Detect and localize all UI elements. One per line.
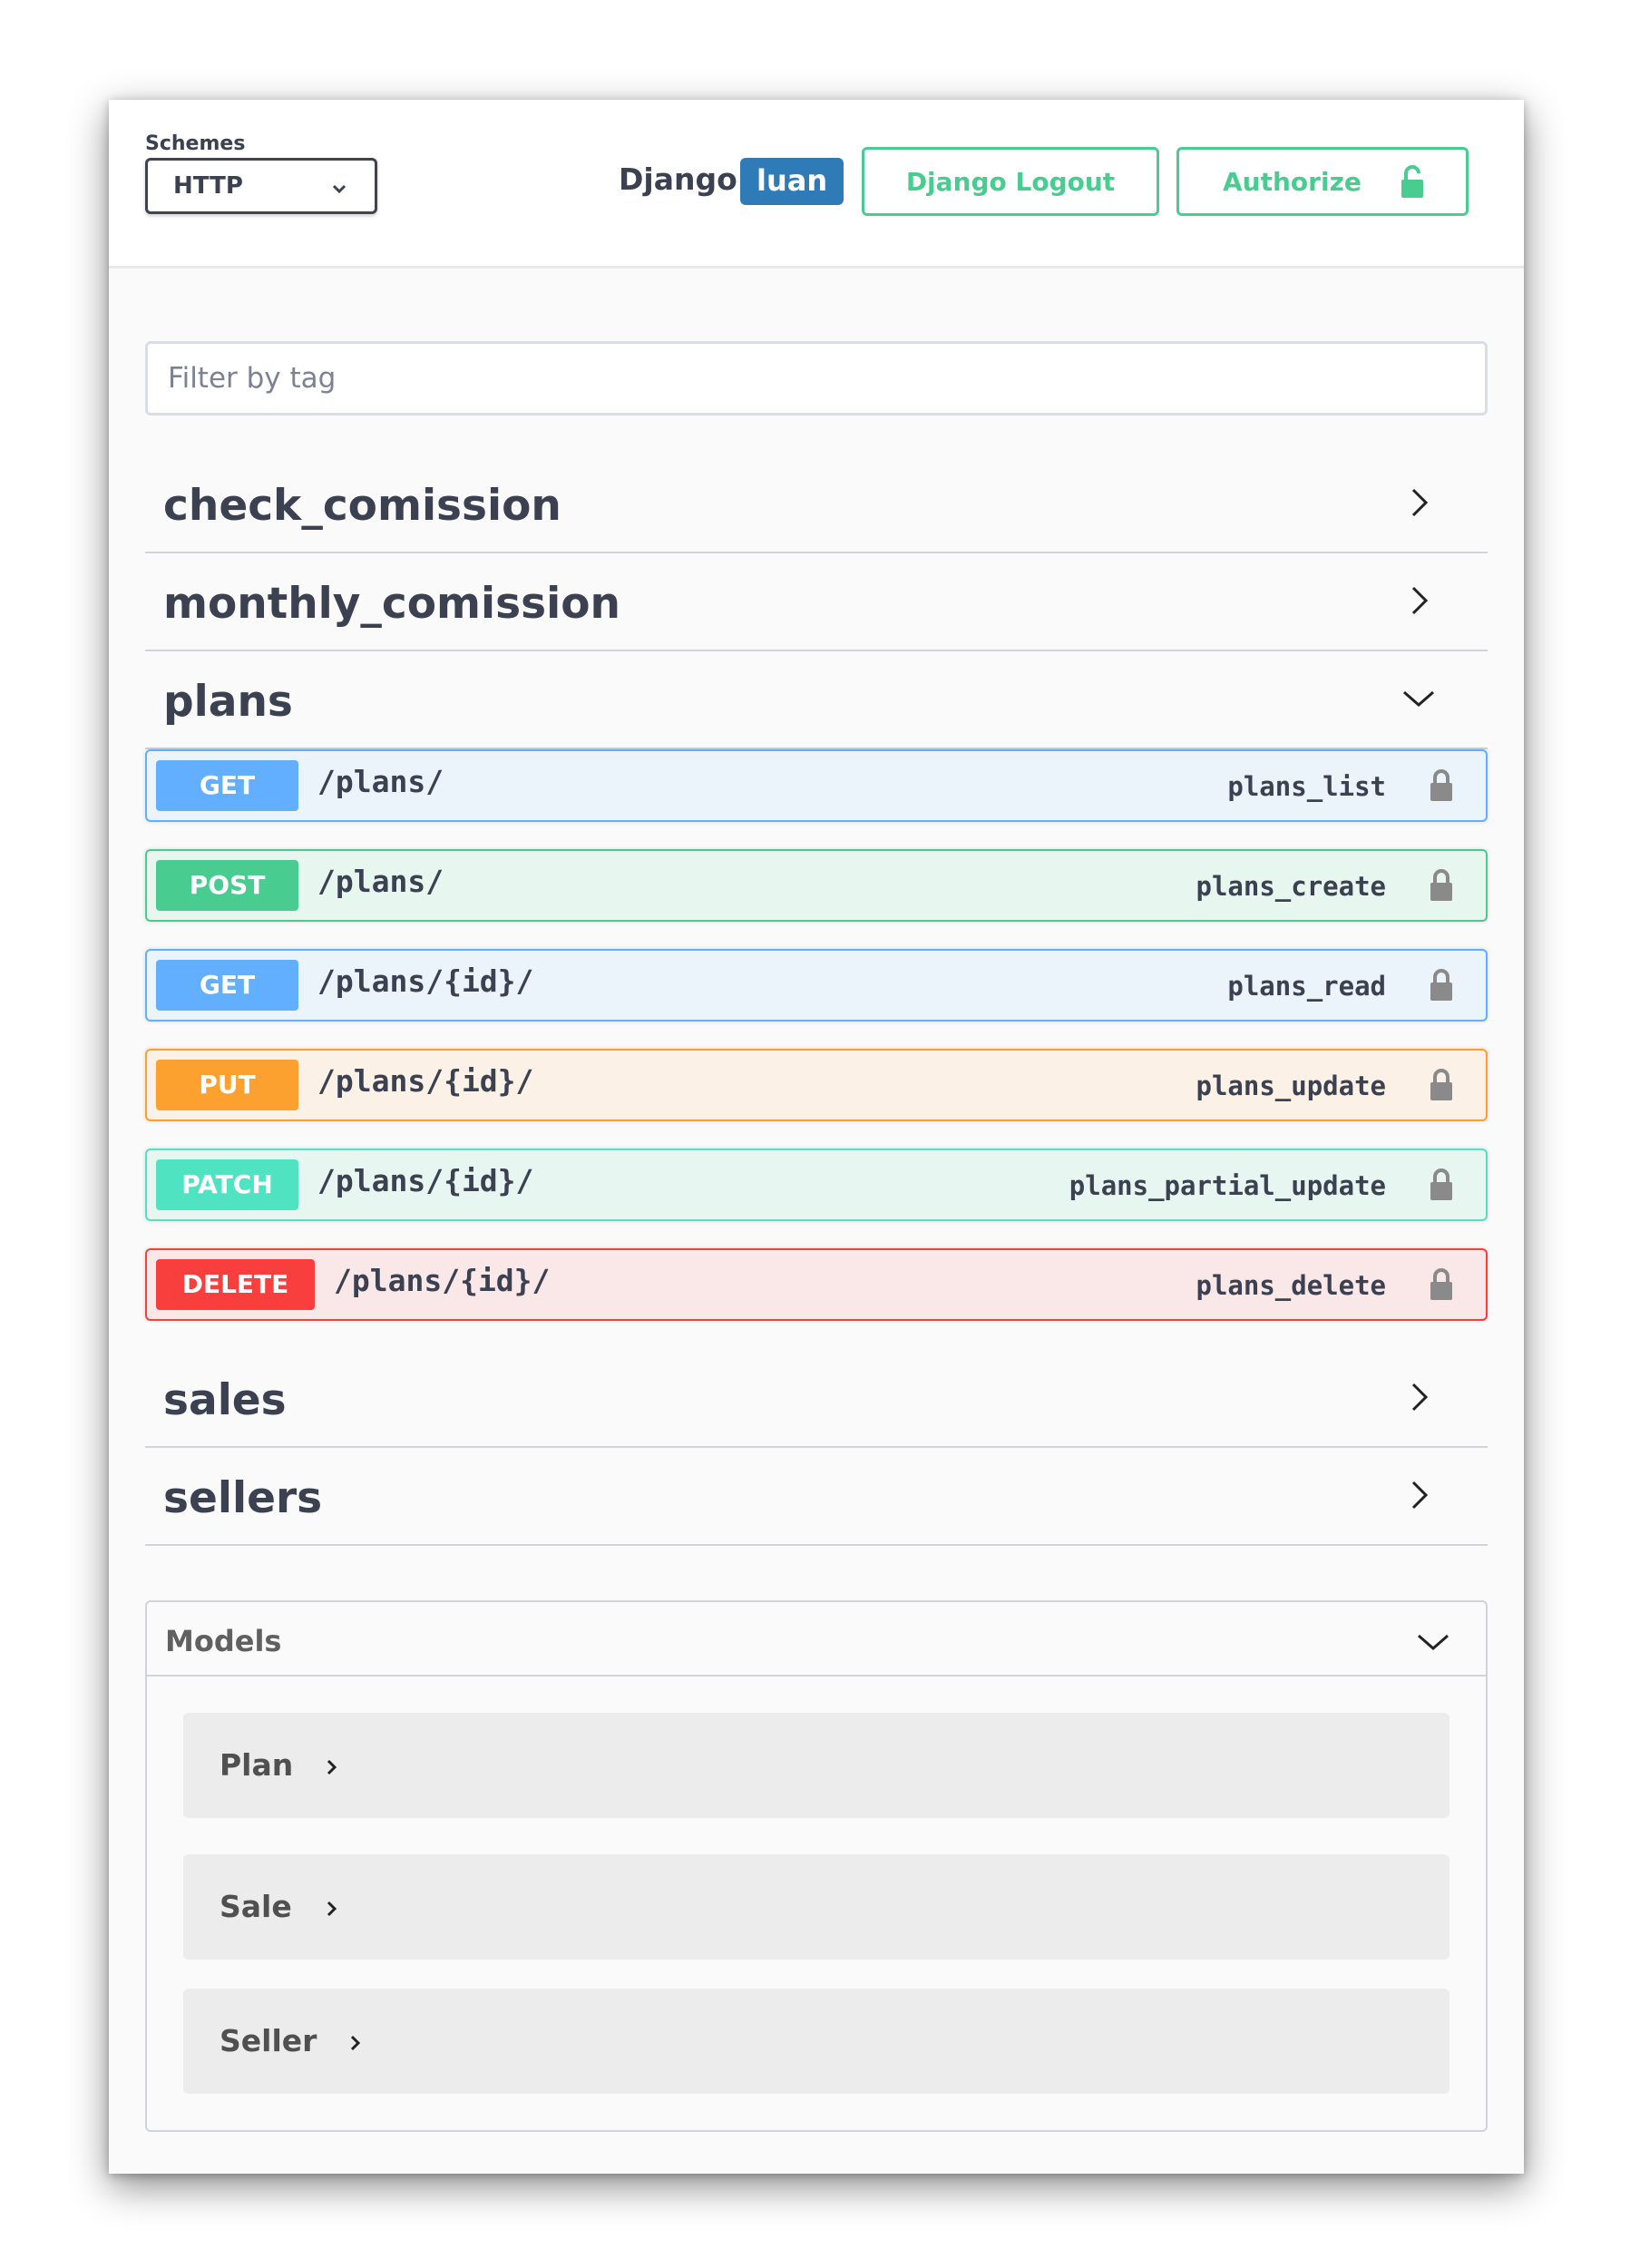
operation-path: /plans/{id}/ — [317, 1163, 534, 1198]
model-name: Seller — [220, 2023, 317, 2058]
operation-get-plans-list[interactable]: GET /plans/ plans_list — [145, 749, 1488, 822]
chevron-right-icon — [1411, 1481, 1429, 1510]
chevron-right-icon — [327, 1901, 337, 1917]
chevron-right-icon — [1411, 488, 1429, 517]
models-title: Models — [165, 1624, 282, 1658]
tag-monthly-comission[interactable]: monthly_comission — [145, 553, 1488, 651]
chevron-right-icon — [327, 1759, 337, 1775]
authorize-button[interactable]: Authorize — [1176, 147, 1469, 216]
tag-plans[interactable]: plans — [145, 651, 1488, 749]
model-name: Plan — [220, 1747, 294, 1783]
scheme-container: Schemes HTTP Django luan Django Logout A… — [109, 100, 1524, 269]
tag-name: sellers — [163, 1473, 323, 1523]
tag-name: monthly_comission — [163, 579, 620, 629]
swagger-ui-panel: Schemes HTTP Django luan Django Logout A… — [109, 100, 1524, 2174]
chevron-right-icon — [350, 2035, 361, 2051]
operation-delete-plans-delete[interactable]: DELETE /plans/{id}/ plans_delete — [145, 1248, 1488, 1321]
lock-icon[interactable] — [1428, 1067, 1455, 1103]
tag-sellers[interactable]: sellers — [145, 1448, 1488, 1546]
method-badge-get: GET — [156, 960, 298, 1011]
authorize-button-label: Authorize — [1223, 166, 1362, 197]
operation-id: plans_create — [1196, 871, 1386, 902]
operation-patch-plans-partial-update[interactable]: PATCH /plans/{id}/ plans_partial_update — [145, 1149, 1488, 1221]
schemes-label: Schemes — [145, 132, 246, 155]
django-logout-button[interactable]: Django Logout — [862, 147, 1159, 216]
model-seller[interactable]: Seller — [183, 1989, 1449, 2094]
operation-path: /plans/ — [317, 864, 444, 899]
tag-name: plans — [163, 677, 293, 727]
operation-path: /plans/{id}/ — [334, 1263, 551, 1298]
tag-sales[interactable]: sales — [145, 1350, 1488, 1448]
chevron-right-icon — [1411, 586, 1429, 615]
chevron-down-icon — [1403, 690, 1434, 707]
operation-id: plans_list — [1227, 771, 1386, 802]
operation-id: plans_read — [1227, 971, 1386, 1002]
model-sale[interactable]: Sale — [183, 1854, 1449, 1960]
unlock-icon — [1401, 165, 1423, 198]
operation-get-plans-read[interactable]: GET /plans/{id}/ plans_read — [145, 949, 1488, 1022]
scheme-select[interactable]: HTTP — [145, 158, 377, 214]
operation-path: /plans/ — [317, 764, 444, 799]
operation-id: plans_partial_update — [1069, 1170, 1386, 1201]
lock-icon[interactable] — [1428, 867, 1455, 904]
model-name: Sale — [220, 1889, 292, 1924]
operation-id: plans_update — [1196, 1070, 1386, 1101]
models-header[interactable]: Models — [147, 1602, 1486, 1677]
username-badge: luan — [740, 158, 844, 205]
filter-by-tag-input[interactable]: Filter by tag — [145, 341, 1488, 415]
operation-path: /plans/{id}/ — [317, 963, 534, 999]
operation-path: /plans/{id}/ — [317, 1063, 534, 1099]
method-badge-delete: DELETE — [156, 1259, 315, 1310]
models-section: Models Plan Sale Seller — [145, 1600, 1488, 2132]
tag-check-comission[interactable]: check_comission — [145, 455, 1488, 553]
method-badge-patch: PATCH — [156, 1159, 298, 1210]
model-plan[interactable]: Plan — [183, 1713, 1449, 1818]
method-badge-post: POST — [156, 860, 298, 911]
chevron-right-icon — [1411, 1383, 1429, 1412]
method-badge-put: PUT — [156, 1060, 298, 1110]
operation-put-plans-update[interactable]: PUT /plans/{id}/ plans_update — [145, 1049, 1488, 1121]
operation-post-plans-create[interactable]: POST /plans/ plans_create — [145, 849, 1488, 922]
operation-id: plans_delete — [1196, 1270, 1386, 1301]
tag-name: check_comission — [163, 481, 561, 531]
lock-icon[interactable] — [1428, 1167, 1455, 1203]
chevron-down-icon — [332, 184, 346, 194]
lock-icon[interactable] — [1428, 967, 1455, 1003]
lock-icon[interactable] — [1428, 767, 1455, 804]
scheme-select-value: HTTP — [173, 172, 243, 200]
lock-icon[interactable] — [1428, 1266, 1455, 1303]
chevron-down-icon — [1418, 1634, 1449, 1650]
method-badge-get: GET — [156, 760, 298, 811]
tag-name: sales — [163, 1375, 287, 1425]
django-session-label: Django — [619, 161, 737, 197]
